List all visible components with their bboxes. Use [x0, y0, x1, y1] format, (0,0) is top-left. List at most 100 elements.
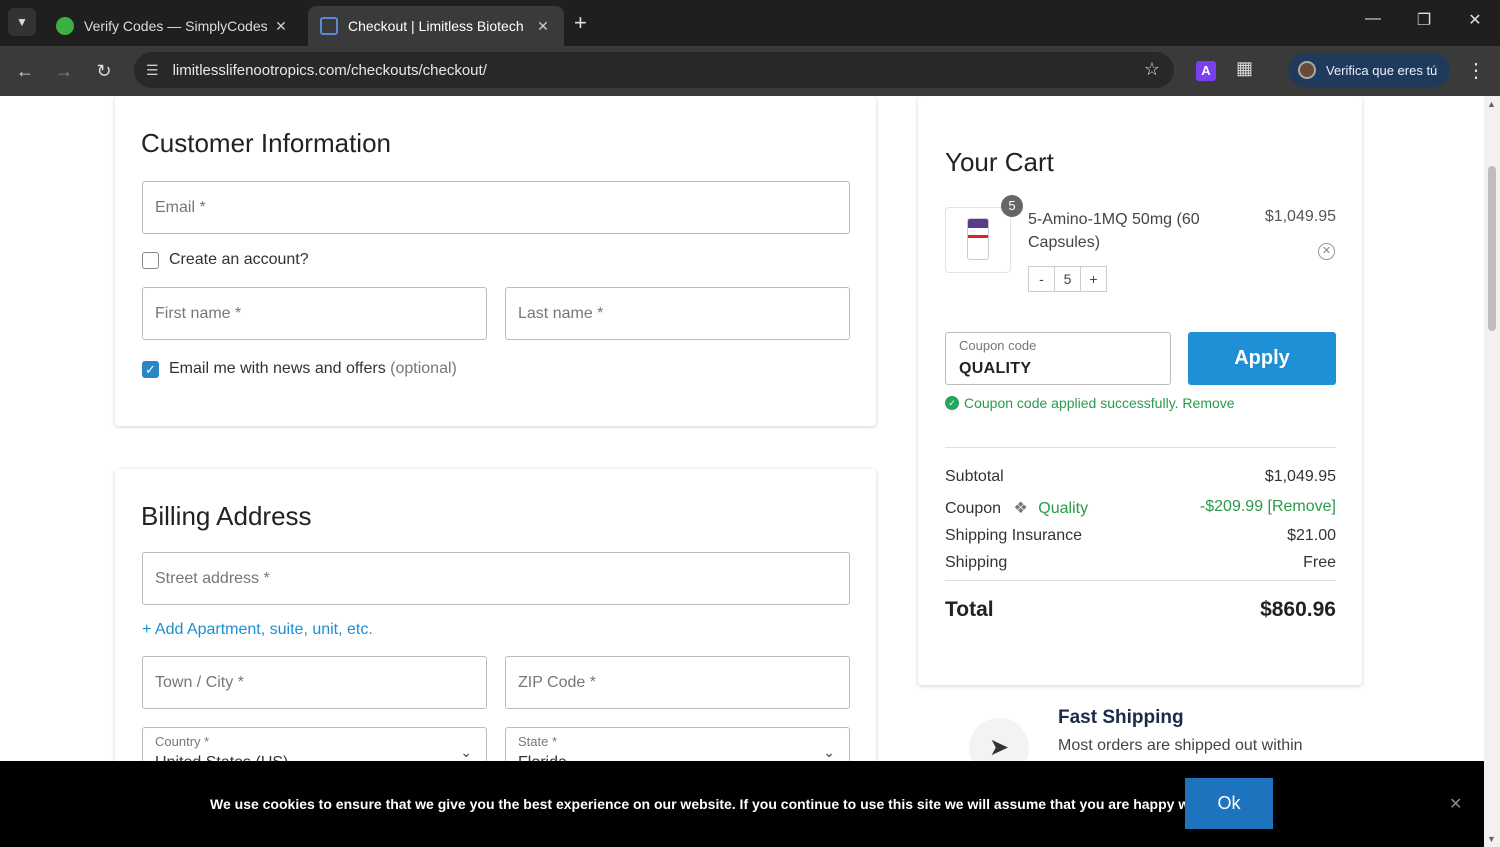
forward-icon[interactable]: →: [51, 58, 77, 84]
close-window-icon[interactable]: ✕: [1460, 10, 1490, 30]
coupon-discount-value[interactable]: -$209.99 [Remove]: [1200, 498, 1336, 516]
first-name-placeholder: First name *: [155, 305, 242, 322]
scroll-down-icon[interactable]: ▼: [1487, 834, 1496, 844]
close-tab-icon[interactable]: ✕: [272, 18, 290, 35]
email-placeholder: Email *: [155, 199, 206, 216]
restore-icon[interactable]: ❐: [1409, 10, 1439, 30]
fast-shipping-title: Fast Shipping: [1058, 707, 1184, 728]
news-offers-optional: (optional): [390, 360, 457, 377]
product-price: $1,049.95: [1264, 208, 1336, 225]
coupon-row-name: Quality: [1038, 500, 1089, 517]
coupon-value: QUALITY: [959, 360, 1032, 377]
cookie-ok-button[interactable]: Ok: [1185, 778, 1273, 829]
page-scrollbar[interactable]: ▲ ▼: [1484, 96, 1500, 847]
insurance-row: Shipping Insurance $21.00: [945, 527, 1336, 545]
tab-bar: ▼ Verify Codes — SimplyCodes ✕ Checkout …: [0, 0, 1500, 46]
quantity-value[interactable]: 5: [1054, 266, 1081, 292]
minimize-icon[interactable]: —: [1358, 10, 1388, 28]
remove-item-icon[interactable]: ✕: [1318, 243, 1335, 260]
close-tab-icon[interactable]: ✕: [534, 18, 552, 35]
tag-icon: ❖: [1013, 500, 1028, 517]
simplycodes-favicon-icon: [56, 17, 74, 35]
fast-shipping-desc: Most orders are shipped out within: [1058, 737, 1303, 754]
last-name-field[interactable]: Last name *: [505, 287, 850, 340]
reload-icon[interactable]: ↻: [91, 58, 117, 84]
chevron-down-icon: ⌄: [823, 744, 835, 760]
cart-heading: Your Cart: [945, 147, 1054, 177]
first-name-field[interactable]: First name *: [142, 287, 487, 340]
quantity-badge: 5: [1001, 195, 1023, 217]
extension-a-icon[interactable]: A: [1196, 61, 1216, 81]
zip-placeholder: ZIP Code *: [518, 674, 596, 691]
product-image[interactable]: [945, 207, 1011, 273]
shipping-label: Shipping: [945, 554, 1008, 571]
limitless-favicon-icon: [320, 17, 338, 35]
decrease-quantity-button[interactable]: -: [1028, 266, 1055, 292]
create-account-label: Create an account?: [169, 251, 309, 268]
tab-verify-codes[interactable]: Verify Codes — SimplyCodes ✕: [44, 6, 302, 46]
product-name: 5-Amino-1MQ 50mg (60 Capsules): [1028, 211, 1200, 251]
quantity-stepper: - 5 +: [1028, 266, 1107, 292]
subtotal-value: $1,049.95: [1264, 468, 1336, 485]
tab-checkout[interactable]: Checkout | Limitless Biotech ✕: [308, 6, 564, 46]
coupon-success-text[interactable]: Coupon code applied successfully. Remove: [964, 395, 1235, 411]
country-label: Country *: [155, 734, 210, 749]
apply-coupon-button[interactable]: Apply: [1188, 332, 1336, 385]
coupon-success-message: ✓ Coupon code applied successfully. Remo…: [945, 395, 1235, 411]
browser-toolbar: ← → ↻ ☰ limitlesslifenootropics.com/chec…: [0, 46, 1500, 96]
coupon-row: Coupon ❖ Quality -$209.99 [Remove]: [945, 498, 1336, 518]
avatar: [1298, 61, 1316, 79]
email-field[interactable]: Email *: [142, 181, 850, 234]
customer-info-card: Customer Information Email * Create an a…: [115, 96, 876, 426]
create-account-checkbox[interactable]: [142, 252, 159, 269]
close-cookie-icon[interactable]: ✕: [1449, 794, 1462, 814]
divider: [945, 447, 1336, 448]
total-label: Total: [945, 598, 994, 621]
insurance-label: Shipping Insurance: [945, 527, 1082, 544]
insurance-value: $21.00: [1287, 527, 1336, 544]
city-field[interactable]: Town / City *: [142, 656, 487, 709]
site-settings-icon[interactable]: ☰: [146, 62, 159, 79]
tab-title: Verify Codes — SimplyCodes: [84, 18, 268, 34]
tab-title: Checkout | Limitless Biotech: [348, 18, 524, 34]
coupon-label: Coupon code: [959, 338, 1037, 353]
bottle-image-icon: [967, 218, 989, 260]
browser-menu-icon[interactable]: ⋮: [1466, 58, 1486, 83]
street-placeholder: Street address *: [155, 570, 270, 587]
news-offers-label: Email me with news and offers (optional): [169, 360, 457, 378]
chevron-down-icon: ⌄: [460, 744, 472, 760]
coupon-input[interactable]: Coupon code QUALITY: [945, 332, 1171, 385]
address-bar[interactable]: ☰ limitlesslifenootropics.com/checkouts/…: [134, 52, 1174, 88]
check-circle-icon: ✓: [945, 396, 959, 410]
shipping-value: Free: [1303, 554, 1336, 571]
bookmark-star-icon[interactable]: ☆: [1144, 59, 1160, 80]
profile-label: Verifica que eres tú: [1326, 62, 1438, 78]
news-offers-checkbox[interactable]: ✓: [142, 361, 159, 378]
news-offers-text: Email me with news and offers: [169, 360, 386, 377]
customer-info-heading: Customer Information: [141, 128, 391, 158]
divider: [945, 580, 1336, 581]
shipping-row: Shipping Free: [945, 554, 1336, 572]
zip-field[interactable]: ZIP Code *: [505, 656, 850, 709]
billing-heading: Billing Address: [141, 501, 312, 531]
street-address-field[interactable]: Street address *: [142, 552, 850, 605]
scroll-up-icon[interactable]: ▲: [1487, 99, 1496, 109]
url-text: limitlesslifenootropics.com/checkouts/ch…: [172, 61, 487, 79]
scrollbar-thumb[interactable]: [1488, 166, 1496, 331]
total-row: Total $860.96: [945, 598, 1336, 622]
subtotal-label: Subtotal: [945, 468, 1004, 485]
extensions-puzzle-icon[interactable]: ▦: [1236, 58, 1253, 79]
increase-quantity-button[interactable]: +: [1080, 266, 1107, 292]
coupon-row-label: Coupon: [945, 500, 1002, 517]
tab-search-dropdown-icon[interactable]: ▼: [8, 8, 36, 36]
cookie-message: We use cookies to ensure that we give yo…: [210, 796, 1223, 812]
city-placeholder: Town / City *: [155, 674, 244, 691]
profile-button[interactable]: Verifica que eres tú: [1288, 53, 1450, 87]
back-icon[interactable]: ←: [12, 58, 38, 84]
last-name-placeholder: Last name *: [518, 305, 604, 322]
state-label: State *: [518, 734, 558, 749]
new-tab-icon[interactable]: +: [574, 10, 587, 36]
add-apartment-link[interactable]: + Add Apartment, suite, unit, etc.: [142, 621, 373, 639]
total-value: $860.96: [1260, 598, 1336, 621]
subtotal-row: Subtotal $1,049.95: [945, 468, 1336, 486]
